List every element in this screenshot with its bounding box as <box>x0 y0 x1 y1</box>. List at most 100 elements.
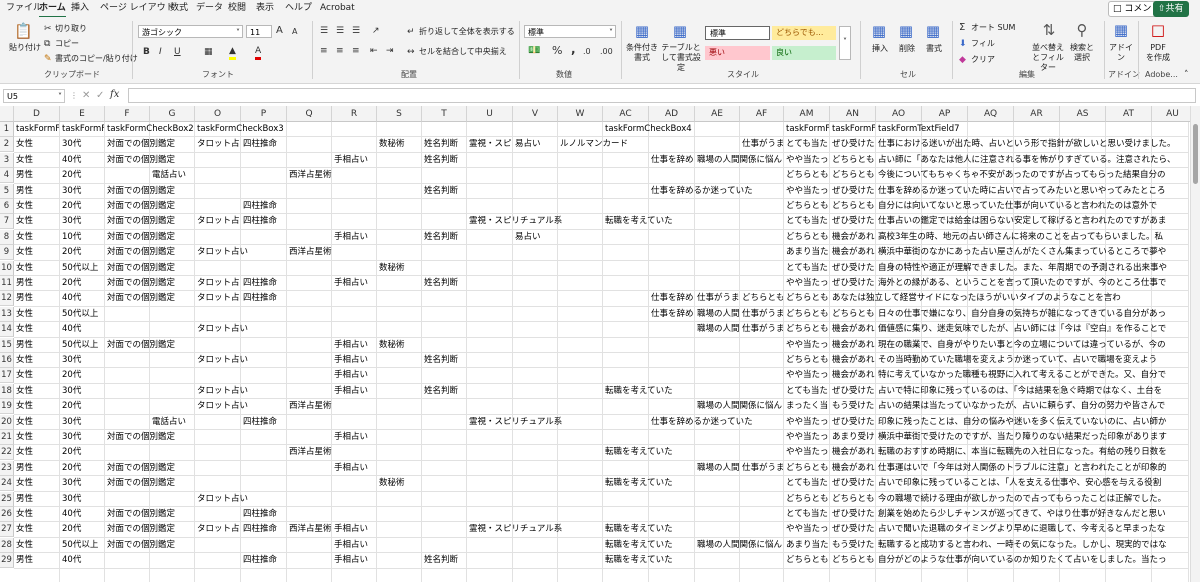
cell-AN23[interactable]: 機会があれ <box>830 461 875 476</box>
font-color-icon[interactable]: A <box>255 45 262 60</box>
cell-AN16[interactable]: 機会があれ <box>830 353 875 368</box>
cell-D10[interactable]: 女性 <box>14 261 59 276</box>
cell-V2[interactable]: 易占い <box>513 137 557 152</box>
cell-Q19[interactable]: 西洋占星術 <box>287 399 694 414</box>
cell-S15[interactable]: 数秘術 <box>377 338 783 353</box>
cell-F7[interactable]: 対面での個別鑑定 <box>105 214 194 229</box>
cell-R29[interactable]: 手相占い <box>332 553 421 568</box>
cell-D20[interactable]: 女性 <box>14 415 59 430</box>
cell-E1[interactable]: taskFormF <box>60 122 104 137</box>
align-center-icon[interactable]: ≡ <box>336 45 344 57</box>
cell-E12[interactable]: 40代 <box>60 291 104 306</box>
cell-E20[interactable]: 30代 <box>60 415 149 430</box>
row-header-26[interactable]: 26 <box>0 507 14 522</box>
column-header-V[interactable]: V <box>513 106 558 122</box>
column-header-AD[interactable]: AD <box>649 106 695 122</box>
cell-AD5[interactable]: 仕事を辞めるか迷っていた <box>649 184 783 199</box>
currency-icon[interactable]: 💵 <box>528 45 540 57</box>
wrap-text-icon[interactable]: ↵ <box>407 26 415 38</box>
cell-AN2[interactable]: ぜひ受けた <box>830 137 875 152</box>
cell-T18[interactable]: 姓名判断 <box>422 384 602 399</box>
cell-D28[interactable]: 女性 <box>14 538 59 553</box>
cell-AO29[interactable]: 自分がどのような仕事が向いているのか知りたくて占いをしました。当たっ <box>876 553 1187 568</box>
cell-Q27[interactable]: 西洋占星術 <box>287 522 331 537</box>
column-header-Q[interactable]: Q <box>287 106 332 122</box>
cell-O19[interactable]: タロット占い <box>195 399 286 414</box>
decrease-decimal-icon[interactable]: .00 <box>600 46 613 58</box>
row-header-4[interactable]: 4 <box>0 168 14 184</box>
cell-O25[interactable]: タロット占い <box>195 492 783 507</box>
share-button[interactable]: ⇧共有 <box>1153 1 1189 17</box>
cell-AN3[interactable]: どちらとも <box>830 153 875 168</box>
cell-D17[interactable]: 女性 <box>14 368 59 383</box>
cell-R16[interactable]: 手相占い <box>332 353 421 368</box>
align-bottom-icon[interactable]: ☰ <box>352 25 360 37</box>
cell-AM2[interactable]: とても当た <box>784 137 829 152</box>
cell-E13[interactable]: 50代以上 <box>60 307 648 322</box>
cell-AN25[interactable]: どちらとも <box>830 492 875 507</box>
column-header-R[interactable]: R <box>332 106 377 122</box>
row-header-29[interactable]: 29 <box>0 553 14 569</box>
cell-D7[interactable]: 女性 <box>14 214 59 229</box>
cell-AC7[interactable]: 転職を考えていた <box>603 214 783 229</box>
delete-cells-icon[interactable]: ▦ <box>898 23 914 39</box>
cell-AF2[interactable]: 仕事がうま <box>740 137 783 152</box>
cell-AN26[interactable]: ぜひ受けた <box>830 507 875 522</box>
row-header-9[interactable]: 9 <box>0 245 14 261</box>
cell-T2[interactable]: 姓名判断 <box>422 137 466 152</box>
sort-filter-icon[interactable]: ⇅ <box>1041 22 1057 38</box>
cell-F1[interactable]: taskFormCheckBox2 <box>105 122 194 137</box>
cell-P27[interactable]: 四柱推命 <box>241 522 286 537</box>
copy-button[interactable]: コピー <box>55 39 79 49</box>
cell-O1[interactable]: taskFormCheckBox3 <box>195 122 602 137</box>
cell-AN21[interactable]: あまり受け <box>830 430 875 445</box>
conditional-format-icon[interactable]: ▦ <box>634 23 650 39</box>
cell-T29[interactable]: 姓名判断 <box>422 553 602 568</box>
row-header-22[interactable]: 22 <box>0 445 14 461</box>
cell-AO14[interactable]: 価値感に集り、迷走気味でしたが、占い師には「今は『空白』を作ることで <box>876 322 1187 337</box>
column-header-AN[interactable]: AN <box>830 106 876 122</box>
cell-D1[interactable]: taskFormF <box>14 122 59 137</box>
cell-E27[interactable]: 20代 <box>60 522 104 537</box>
merge-icon[interactable]: ↔ <box>407 46 415 58</box>
cell-AD12[interactable]: 仕事を辞めるか迷っていた <box>649 291 694 306</box>
cell-AM17[interactable]: やや当たっ <box>784 368 829 383</box>
cell-O16[interactable]: タロット占い <box>195 353 331 368</box>
row-header-23[interactable]: 23 <box>0 460 14 476</box>
italic-icon[interactable]: I <box>159 46 162 58</box>
row-header-6[interactable]: 6 <box>0 199 14 214</box>
cancel-icon[interactable]: ✕ <box>82 90 90 102</box>
cell-AE14[interactable]: 職場の人間 <box>695 322 739 337</box>
decrease-indent-icon[interactable]: ⇤ <box>370 45 378 57</box>
format-painter-icon[interactable]: ✎ <box>44 53 52 65</box>
cell-AN1[interactable]: taskFormF <box>830 122 875 137</box>
column-header-AO[interactable]: AO <box>876 106 922 122</box>
cell-AN6[interactable]: どちらとも <box>830 199 875 214</box>
styles-more-button[interactable]: ˅ <box>839 26 851 60</box>
cell-F11[interactable]: 対面での個別鑑定 <box>105 276 194 291</box>
cell-D2[interactable]: 女性 <box>14 137 59 152</box>
cell-P7[interactable]: 四柱推命 <box>241 214 466 229</box>
cell-AN15[interactable]: 機会があれ <box>830 338 875 353</box>
cell-Q22[interactable]: 西洋占星術 <box>287 445 602 460</box>
cell-R27[interactable]: 手相占い <box>332 522 466 537</box>
cell-E25[interactable]: 30代 <box>60 492 194 507</box>
cell-O14[interactable]: タロット占い <box>195 322 694 337</box>
column-header-P[interactable]: P <box>241 106 287 122</box>
cell-AM22[interactable]: やや当たっ <box>784 445 829 460</box>
cell-F6[interactable]: 対面での個別鑑定 <box>105 199 240 214</box>
row-header-15[interactable]: 15 <box>0 337 14 353</box>
tab-data[interactable]: データ <box>196 0 223 16</box>
cell-P29[interactable]: 四柱推命 <box>241 553 331 568</box>
cell-AN12[interactable]: あなたは独立して経営サイドになったほうがいいタイプのようなことを言わ <box>830 291 1151 306</box>
column-header-W[interactable]: W <box>558 106 603 122</box>
cell-AO10[interactable]: 自身の特性や適正が理解できました。また、年周期での予測される出来事や <box>876 261 1187 276</box>
cell-AM27[interactable]: やや当たっ <box>784 522 829 537</box>
format-cells-button[interactable]: 書式 <box>926 44 942 54</box>
cell-T8[interactable]: 姓名判断 <box>422 230 512 245</box>
cell-AD20[interactable]: 仕事を辞めるか迷っていた <box>649 415 783 430</box>
cell-AN18[interactable]: ぜひ受けた <box>830 384 875 399</box>
cell-AO6[interactable]: 自分には向いてないと思っていた仕事が向いていると言われたのは意外で <box>876 199 1187 214</box>
format-as-table-icon[interactable]: ▦ <box>672 23 688 39</box>
row-header-13[interactable]: 13 <box>0 306 14 322</box>
